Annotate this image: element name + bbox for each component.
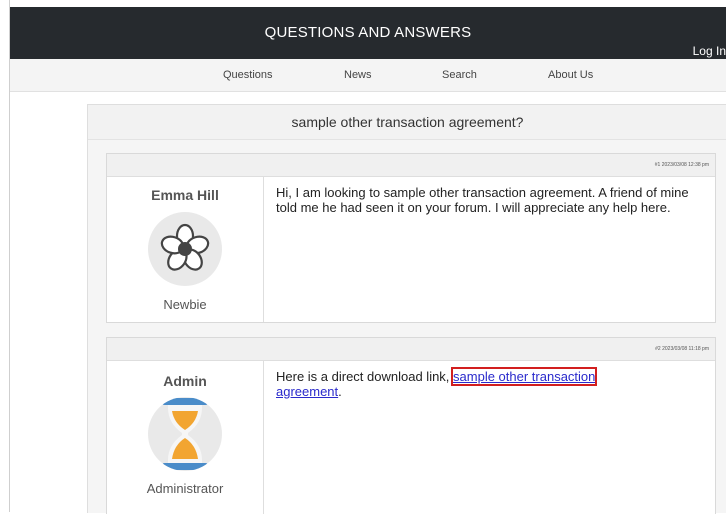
nav-about-us[interactable]: About Us	[548, 69, 593, 81]
post-2: #2 2023/03/08 11:18 pm Admin Administrat…	[106, 337, 716, 514]
post-meta: #1 2023/03/08 12:38 pm	[107, 154, 715, 177]
hourglass-icon	[148, 397, 222, 471]
post-message: Hi, I am looking to sample other transac…	[276, 185, 689, 215]
nav-questions[interactable]: Questions	[223, 69, 273, 81]
thread-title: sample other transaction agreement?	[88, 105, 726, 140]
nav-news[interactable]: News	[344, 69, 372, 81]
post-meta: #2 2023/03/08 11:18 pm	[107, 338, 715, 361]
site-title: QUESTIONS AND ANSWERS	[264, 24, 472, 41]
author-rank: Newbie	[163, 297, 207, 312]
author-name[interactable]: Admin	[107, 373, 263, 389]
post-message: Here is a direct download link, sample o…	[276, 367, 695, 399]
post-body: Emma Hill Newbie Hi, I am looking to sam…	[107, 177, 715, 322]
nav-search[interactable]: Search	[442, 69, 477, 81]
download-link-continued[interactable]: agreement	[276, 384, 338, 399]
window-left-edge	[0, 0, 10, 512]
author-rank: Administrator	[146, 481, 224, 496]
main-nav: Questions News Search About Us	[10, 59, 726, 92]
message-suffix: .	[338, 384, 342, 399]
author-column: Emma Hill Newbie	[107, 177, 264, 322]
message-text: Here is a direct download link,	[276, 369, 454, 384]
download-link[interactable]: sample other transaction	[451, 367, 598, 386]
site-header: QUESTIONS AND ANSWERS Log In	[10, 7, 726, 59]
post-body: Admin Administrator Here is a direct dow…	[107, 361, 715, 514]
post-1: #1 2023/03/08 12:38 pm Emma Hill Newbie …	[106, 153, 716, 323]
login-link[interactable]: Log In	[693, 44, 726, 58]
flower-icon	[148, 212, 222, 286]
author-column: Admin Administrator	[107, 361, 264, 514]
thread-container: sample other transaction agreement? #1 2…	[87, 104, 726, 514]
author-name[interactable]: Emma Hill	[107, 187, 263, 203]
